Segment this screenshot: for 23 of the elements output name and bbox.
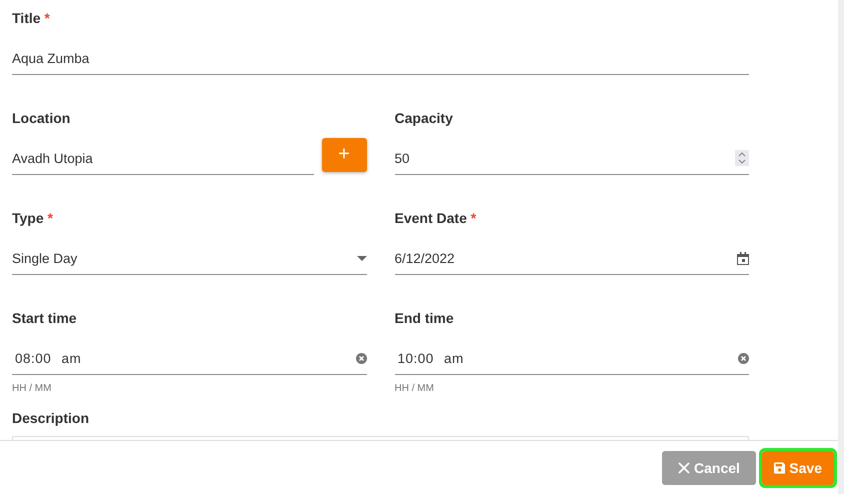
- field-label: Event Date *: [394, 210, 476, 226]
- field-label: Start time: [12, 310, 77, 326]
- time-field[interactable]: 08:00 am: [12, 342, 366, 375]
- clear-icon[interactable]: [738, 352, 749, 364]
- date-field[interactable]: 6/12/2022: [394, 242, 749, 275]
- field-label: End time: [394, 310, 454, 326]
- field-label: Type *: [12, 210, 53, 226]
- select-field[interactable]: Single Day: [12, 242, 366, 275]
- text-field[interactable]: Aqua Zumba: [12, 42, 749, 75]
- field-label: Location: [12, 110, 70, 126]
- number-field[interactable]: 50: [394, 142, 749, 175]
- field-hint: HH / MM: [12, 383, 52, 394]
- field-hint: HH / MM: [394, 383, 434, 394]
- dropdown-caret-icon[interactable]: [356, 256, 366, 260]
- close-icon: [678, 462, 690, 474]
- time-field[interactable]: 10:00 am: [394, 342, 749, 375]
- text-field[interactable]: Avadh Utopia: [12, 142, 314, 175]
- calendar-icon[interactable]: [737, 252, 749, 264]
- field-label: Capacity: [394, 110, 453, 126]
- clear-icon[interactable]: [356, 352, 366, 364]
- spinner-icon[interactable]: [735, 150, 749, 166]
- field-label: Description: [12, 410, 90, 426]
- field-label: Title *: [12, 10, 50, 26]
